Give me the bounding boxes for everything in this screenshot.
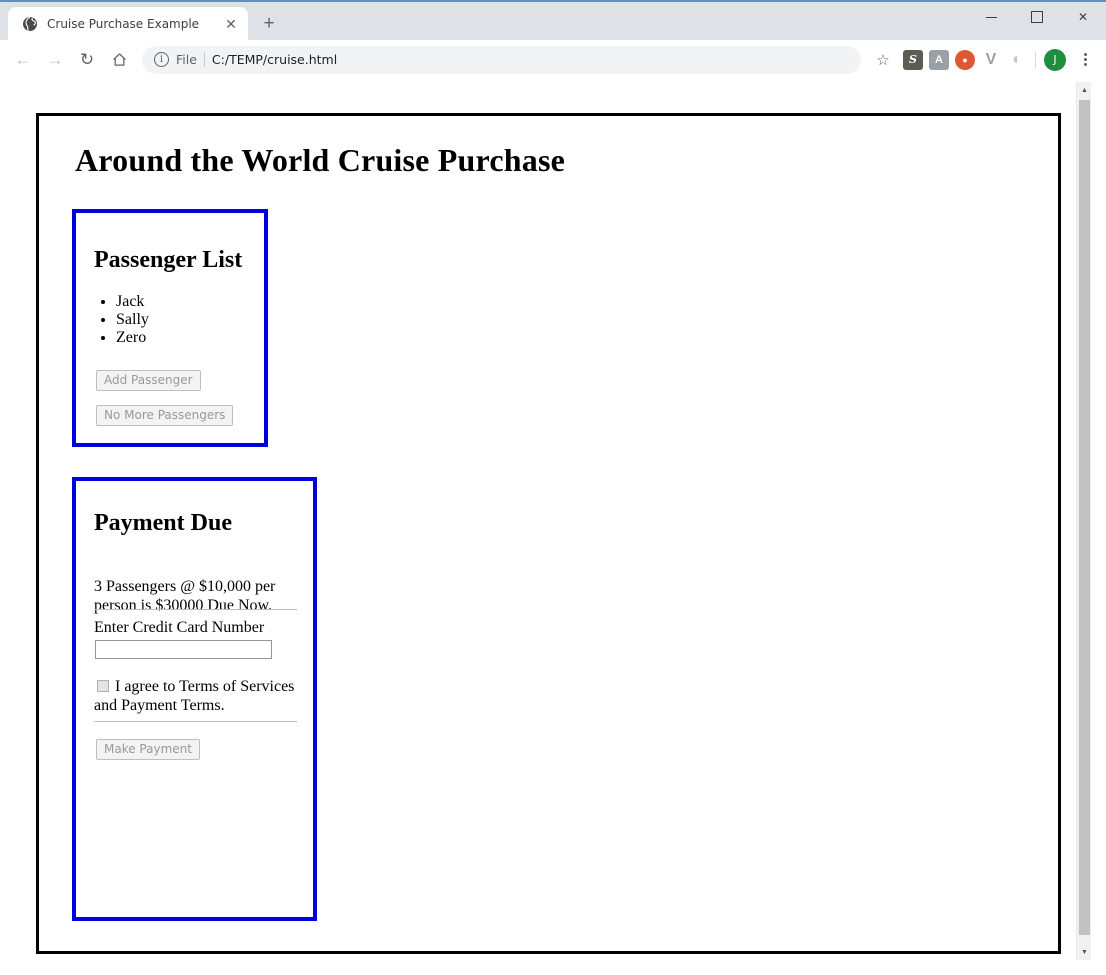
home-icon <box>112 53 126 66</box>
scrollbar-thumb[interactable] <box>1079 100 1090 935</box>
divider-bottom <box>94 721 297 722</box>
tab-strip: Cruise Purchase Example ✕ + <box>0 2 968 40</box>
extension-icon-4-glyph: V <box>985 50 997 68</box>
scroll-up-arrow-icon[interactable]: ▲ <box>1077 82 1091 98</box>
home-button[interactable] <box>104 45 134 75</box>
extension-icons: S A ● V ◐ <box>903 49 1027 70</box>
new-tab-button[interactable]: + <box>254 9 284 37</box>
passenger-list-card: Passenger List Jack Sally Zero Add Passe… <box>72 209 268 447</box>
document-frame: Around the World Cruise Purchase Passeng… <box>36 113 1061 954</box>
duckduckgo-glyph: ● <box>962 54 968 65</box>
bookmark-star-icon[interactable]: ☆ <box>869 46 897 74</box>
page-title: Around the World Cruise Purchase <box>75 142 566 178</box>
extension-icon-1[interactable]: S <box>903 49 923 70</box>
extension-icon-5[interactable]: ◐ <box>1007 50 1027 70</box>
passenger-list: Jack Sally Zero <box>94 293 149 347</box>
terms-agreement-label: I agree to Terms of Services and Payment… <box>94 678 295 714</box>
chrome-menu-icon[interactable] <box>1072 47 1098 73</box>
back-button[interactable]: ← <box>8 45 38 75</box>
credit-card-label: Enter Credit Card Number <box>94 619 265 636</box>
extension-icon-2-glyph: A <box>935 53 943 66</box>
vertical-scrollbar[interactable]: ▲ ▼ <box>1076 82 1091 960</box>
extension-icon-2[interactable]: A <box>929 49 949 70</box>
divider-top <box>94 609 297 610</box>
extension-icon-5-glyph: ◐ <box>1012 50 1022 68</box>
kebab-dot-3 <box>1083 63 1087 66</box>
address-bar[interactable]: i File C:/TEMP/cruise.html <box>142 45 861 74</box>
window-controls: ✕ <box>968 2 1106 32</box>
browser-tab[interactable]: Cruise Purchase Example ✕ <box>8 7 248 40</box>
profile-avatar[interactable]: J <box>1044 48 1066 71</box>
maximize-button[interactable] <box>1014 2 1060 32</box>
url-text: C:/TEMP/cruise.html <box>211 52 338 67</box>
terms-agreement-row[interactable]: I agree to Terms of Services and Payment… <box>94 677 302 715</box>
list-item: Jack <box>116 293 149 311</box>
browser-titlebar: Cruise Purchase Example ✕ + ✕ <box>0 0 1106 40</box>
forward-button[interactable]: → <box>40 45 70 75</box>
extension-icon-1-glyph: S <box>909 53 917 66</box>
extension-icon-4[interactable]: V <box>981 50 1001 70</box>
close-window-button[interactable]: ✕ <box>1060 2 1106 32</box>
terms-checkbox[interactable] <box>97 680 109 692</box>
payment-due-heading: Payment Due <box>94 510 232 536</box>
list-item: Zero <box>116 329 149 347</box>
add-passenger-button[interactable]: Add Passenger <box>96 370 201 391</box>
kebab-dot-1 <box>1083 53 1087 56</box>
page-viewport: Around the World Cruise Purchase Passeng… <box>0 82 1106 975</box>
browser-window: Cruise Purchase Example ✕ + ✕ ← → ↻ i Fi… <box>0 0 1106 975</box>
tab-close-icon[interactable]: ✕ <box>222 15 240 33</box>
credit-card-input[interactable] <box>95 640 272 659</box>
kebab-dot-2 <box>1083 58 1087 61</box>
reload-button[interactable]: ↻ <box>72 45 102 75</box>
no-more-passengers-button[interactable]: No More Passengers <box>96 405 234 426</box>
make-payment-button[interactable]: Make Payment <box>96 739 200 760</box>
site-info-icon[interactable]: i <box>154 52 169 67</box>
toolbar-divider <box>1035 50 1036 69</box>
tab-title: Cruise Purchase Example <box>47 16 200 31</box>
minimize-button[interactable] <box>968 2 1014 32</box>
scroll-down-arrow-icon[interactable]: ▼ <box>1077 944 1091 960</box>
globe-icon <box>22 16 38 32</box>
duckduckgo-icon[interactable]: ● <box>955 49 975 70</box>
browser-toolbar: ← → ↻ i File C:/TEMP/cruise.html ☆ S A ● <box>0 40 1106 80</box>
web-page-content: Around the World Cruise Purchase Passeng… <box>0 82 1091 960</box>
url-scheme-label: File <box>176 52 197 67</box>
payment-due-card: Payment Due 3 Passengers @ $10,000 per p… <box>72 477 317 921</box>
list-item: Sally <box>116 311 149 329</box>
passenger-list-heading: Passenger List <box>94 247 243 273</box>
omnibox-divider <box>203 52 205 67</box>
